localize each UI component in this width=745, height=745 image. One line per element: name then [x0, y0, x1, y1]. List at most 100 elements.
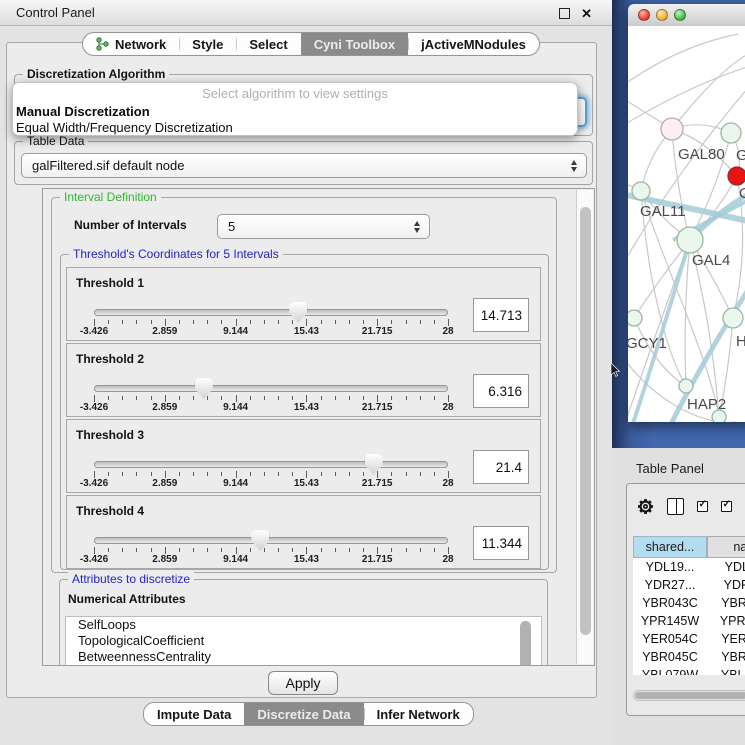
zoom-traffic-light-icon[interactable] — [674, 9, 686, 21]
slider-tick — [108, 548, 109, 552]
table-cell[interactable]: YBR045C — [707, 648, 745, 666]
table-cell[interactable]: YDR27... — [707, 576, 745, 594]
panel-title: Control Panel — [16, 5, 95, 20]
list-item[interactable]: SelfLoops — [66, 617, 541, 633]
checkbox-icon[interactable] — [697, 501, 708, 512]
table-cell[interactable]: YDR27... — [633, 576, 707, 594]
slider-track[interactable] — [94, 309, 448, 316]
threshold-value-field[interactable]: 21.4 — [473, 450, 529, 484]
slider-track[interactable] — [94, 461, 448, 468]
tab-infer-network[interactable]: Infer Network — [364, 703, 473, 725]
table-cell[interactable]: YPR145W — [633, 612, 707, 630]
threshold-value-field[interactable]: 6.316 — [473, 374, 529, 408]
tab-label: Impute Data — [157, 707, 231, 722]
number-of-intervals-combobox[interactable]: 5 — [217, 214, 430, 239]
group-title: Interval Definition — [60, 190, 161, 204]
number-of-intervals-value: 5 — [228, 219, 235, 234]
close-icon[interactable]: ✕ — [581, 7, 592, 20]
node-label: GA — [736, 147, 745, 164]
tab-cyni-toolbox[interactable]: Cyni Toolbox — [301, 33, 408, 55]
tab-impute-data[interactable]: Impute Data — [144, 703, 244, 725]
column-header-shared-[interactable]: shared... — [633, 536, 707, 558]
slider-tick — [377, 471, 378, 478]
table-cell[interactable]: YBL079W — [633, 666, 707, 675]
threshold-label: Threshold 4 — [76, 504, 144, 518]
slider-tick — [108, 320, 109, 324]
slider-handle[interactable] — [195, 378, 213, 399]
slider-track[interactable] — [94, 537, 448, 544]
slider-track[interactable] — [94, 385, 448, 392]
network-node-hap2[interactable] — [679, 379, 693, 393]
slider-handle[interactable] — [365, 454, 383, 475]
slider-scale-label: 15.43 — [294, 326, 319, 337]
table-panel-region: Table Panel shared...name YDL19...YDL19.… — [612, 448, 745, 745]
table-cell[interactable]: YDL19... — [707, 558, 745, 576]
slider-tick — [236, 471, 237, 478]
slider-handle[interactable] — [251, 530, 269, 551]
network-node[interactable] — [721, 123, 741, 143]
slider-tick — [250, 396, 251, 400]
column-header-name[interactable]: name — [707, 536, 745, 558]
tab-style[interactable]: Style — [179, 33, 236, 55]
network-node-gal4[interactable] — [677, 227, 703, 253]
tab-network[interactable]: Network — [83, 33, 179, 55]
network-node[interactable] — [723, 308, 743, 328]
list-item[interactable]: BetweennessCentrality — [66, 649, 541, 665]
top-tab-bar: NetworkStyleSelectCyni ToolboxjActiveMNo… — [82, 32, 540, 56]
vertical-scrollbar-thumb[interactable] — [580, 207, 591, 635]
network-window-titlebar[interactable] — [628, 4, 745, 27]
threshold-value-field[interactable]: 11.344 — [473, 526, 529, 560]
network-node-gal11[interactable] — [632, 182, 650, 200]
table-header-row: shared...name — [633, 536, 745, 558]
slider-tick — [391, 472, 392, 476]
columns-icon[interactable] — [667, 498, 684, 515]
list-item[interactable]: TopologicalCoefficient — [66, 633, 541, 649]
threshold-value-field[interactable]: 14.713 — [473, 298, 529, 332]
table-cell[interactable]: YER054C — [707, 630, 745, 648]
dropdown-option-equal-width-frequency-discretization[interactable]: Equal Width/Frequency Discretization — [13, 119, 577, 135]
slider-tick — [321, 548, 322, 552]
tab-select[interactable]: Select — [236, 33, 300, 55]
list-scrollbar-thumb[interactable] — [520, 621, 531, 666]
network-node-gcy1[interactable] — [628, 310, 642, 326]
slider-tick — [391, 396, 392, 400]
table-row[interactable]: YER054CYER054C — [633, 630, 745, 648]
table-row[interactable]: YBL079WYBL079W — [633, 666, 745, 675]
horizontal-scrollbar[interactable] — [633, 690, 745, 701]
table-row[interactable]: YDL19...YDL19... — [633, 558, 745, 576]
table-cell[interactable]: YBL079W — [707, 666, 745, 675]
apply-button[interactable]: Apply — [268, 671, 338, 695]
network-canvas[interactable]: GAL80GACGAL11GAL4GCY1HAHAP2 — [628, 26, 745, 422]
network-node[interactable] — [728, 167, 745, 185]
table-row[interactable]: YBR043CYBR043C — [633, 594, 745, 612]
slider-tick — [250, 548, 251, 552]
table-cell[interactable]: YPR145W — [707, 612, 745, 630]
table-cell[interactable]: YBR045C — [633, 648, 707, 666]
float-icon[interactable] — [559, 8, 570, 19]
table-cell[interactable]: YBR043C — [633, 594, 707, 612]
table-row[interactable]: YBR045CYBR045C — [633, 648, 745, 666]
group-title: Table Data — [23, 134, 88, 148]
dropdown-option-manual-discretization[interactable]: Manual Discretization — [13, 103, 577, 119]
tab-discretize-data[interactable]: Discretize Data — [244, 703, 363, 725]
table-cell[interactable]: YDL19... — [633, 558, 707, 576]
gear-icon[interactable] — [637, 498, 654, 515]
slider-tick — [335, 548, 336, 552]
checkbox-icon[interactable] — [721, 501, 732, 512]
tab-jactivemnodules[interactable]: jActiveMNodules — [408, 33, 539, 55]
slider-tick — [377, 319, 378, 326]
table-data-combobox[interactable]: galFiltered.sif default node — [21, 153, 587, 178]
slider-tick — [420, 396, 421, 400]
vertical-scrollbar[interactable] — [576, 190, 593, 664]
slider-tick — [406, 320, 407, 324]
horizontal-scrollbar-thumb[interactable] — [635, 692, 745, 699]
minimize-traffic-light-icon[interactable] — [656, 9, 668, 21]
table-row[interactable]: YDR27...YDR27... — [633, 576, 745, 594]
slider-tick — [179, 472, 180, 476]
table-row[interactable]: YPR145WYPR145W — [633, 612, 745, 630]
slider-tick — [377, 395, 378, 402]
table-cell[interactable]: YBR043C — [707, 594, 745, 612]
network-node-gal80[interactable] — [661, 118, 683, 140]
close-traffic-light-icon[interactable] — [638, 9, 650, 21]
table-cell[interactable]: YER054C — [633, 630, 707, 648]
